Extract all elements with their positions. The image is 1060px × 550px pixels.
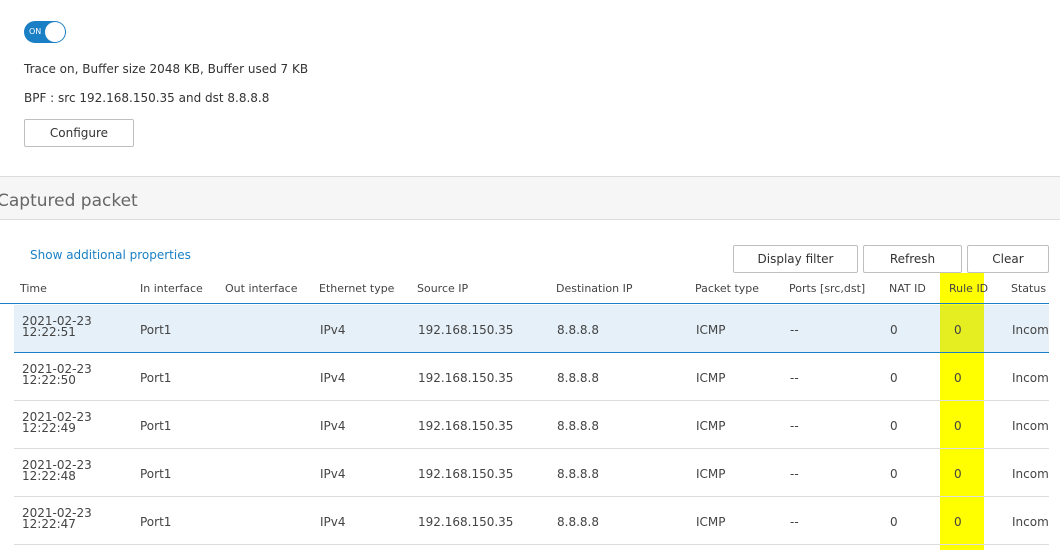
clear-button[interactable]: Clear bbox=[967, 245, 1049, 273]
column-header-ethernet-type[interactable]: Ethernet type bbox=[319, 282, 394, 295]
cell-source-ip: 192.168.150.35 bbox=[418, 467, 514, 481]
toggle-knob bbox=[45, 22, 65, 42]
cell-nat-id: 0 bbox=[890, 371, 898, 385]
cell-ports: -- bbox=[790, 467, 799, 481]
cell-status: Incom bbox=[1012, 323, 1049, 337]
cell-destination-ip: 8.8.8.8 bbox=[557, 323, 599, 337]
cell-ethernet-type: IPv4 bbox=[320, 467, 346, 481]
cell-nat-id: 0 bbox=[890, 515, 898, 529]
cell-ports: -- bbox=[790, 371, 799, 385]
cell-rule-id: 0 bbox=[954, 323, 962, 337]
cell-packet-type: ICMP bbox=[696, 323, 726, 337]
cell-in-interface: Port1 bbox=[140, 515, 172, 529]
cell-clock-time: 12:22:49 bbox=[22, 421, 76, 435]
packet-table-header: Time In interface Out interface Ethernet… bbox=[0, 274, 1049, 304]
column-header-rule-id[interactable]: Rule ID bbox=[949, 282, 988, 295]
column-header-status[interactable]: Status bbox=[1011, 282, 1046, 295]
cell-clock-time: 12:22:51 bbox=[22, 325, 76, 339]
table-row[interactable]: 2021-02-23 12:22:50 Port1 IPv4 192.168.150.3… bbox=[14, 353, 1049, 401]
cell-packet-type: ICMP bbox=[696, 371, 726, 385]
captured-packet-header: Captured packet bbox=[0, 176, 1060, 220]
cell-in-interface: Port1 bbox=[140, 371, 172, 385]
cell-ethernet-type: IPv4 bbox=[320, 371, 346, 385]
cell-source-ip: 192.168.150.35 bbox=[418, 515, 514, 529]
column-header-ports[interactable]: Ports [src,dst] bbox=[789, 282, 865, 295]
cell-packet-type: ICMP bbox=[696, 467, 726, 481]
cell-status: Incom bbox=[1012, 467, 1049, 481]
table-row[interactable]: 2021-02-23 12:22:49 Port1 IPv4 192.168.150.3… bbox=[14, 401, 1049, 449]
trace-toggle[interactable]: ON bbox=[24, 21, 66, 43]
cell-ports: -- bbox=[790, 323, 799, 337]
table-row[interactable]: 2021-02-23 12:22:48 Port1 IPv4 192.168.150.3… bbox=[14, 449, 1049, 497]
cell-clock-time: 12:22:47 bbox=[22, 517, 76, 531]
cell-source-ip: 192.168.150.35 bbox=[418, 323, 514, 337]
cell-status: Incom bbox=[1012, 515, 1049, 529]
cell-source-ip: 192.168.150.35 bbox=[418, 371, 514, 385]
refresh-button[interactable]: Refresh bbox=[863, 245, 962, 273]
cell-in-interface: Port1 bbox=[140, 419, 172, 433]
cell-destination-ip: 8.8.8.8 bbox=[557, 419, 599, 433]
column-header-destination-ip[interactable]: Destination IP bbox=[556, 282, 633, 295]
cell-ethernet-type: IPv4 bbox=[320, 323, 346, 337]
cell-clock-time: 12:22:48 bbox=[22, 469, 76, 483]
cell-ports: -- bbox=[790, 419, 799, 433]
cell-status: Incom bbox=[1012, 371, 1049, 385]
cell-in-interface: Port1 bbox=[140, 323, 172, 337]
cell-ethernet-type: IPv4 bbox=[320, 515, 346, 529]
cell-time: 2021-02-23 12:22:47 bbox=[22, 507, 92, 531]
column-header-in-interface[interactable]: In interface bbox=[140, 282, 203, 295]
cell-packet-type: ICMP bbox=[696, 419, 726, 433]
cell-status: Incom bbox=[1012, 419, 1049, 433]
table-row[interactable]: 2021-02-23 12:22:47 Port1 IPv4 192.168.150.3… bbox=[14, 497, 1049, 545]
cell-time: 2021-02-23 12:22:48 bbox=[22, 459, 92, 483]
cell-rule-id: 0 bbox=[954, 467, 962, 481]
configure-button[interactable]: Configure bbox=[24, 119, 134, 147]
trace-status-text: Trace on, Buffer size 2048 KB, Buffer us… bbox=[24, 62, 309, 76]
cell-destination-ip: 8.8.8.8 bbox=[557, 515, 599, 529]
rule-id-cell-highlight bbox=[940, 305, 984, 352]
column-header-time[interactable]: Time bbox=[20, 282, 47, 295]
cell-rule-id: 0 bbox=[954, 419, 962, 433]
bpf-filter-text: BPF : src 192.168.150.35 and dst 8.8.8.8 bbox=[24, 91, 270, 105]
cell-nat-id: 0 bbox=[890, 467, 898, 481]
cell-packet-type: ICMP bbox=[696, 515, 726, 529]
cell-nat-id: 0 bbox=[890, 323, 898, 337]
cell-time: 2021-02-23 12:22:51 bbox=[22, 315, 92, 339]
display-filter-button[interactable]: Display filter bbox=[733, 245, 858, 273]
cell-time: 2021-02-23 12:22:50 bbox=[22, 363, 92, 387]
toggle-label: ON bbox=[29, 27, 42, 36]
cell-ports: -- bbox=[790, 515, 799, 529]
cell-time: 2021-02-23 12:22:49 bbox=[22, 411, 92, 435]
cell-in-interface: Port1 bbox=[140, 467, 172, 481]
cell-rule-id: 0 bbox=[954, 515, 962, 529]
section-title: Captured packet bbox=[0, 191, 138, 211]
cell-destination-ip: 8.8.8.8 bbox=[557, 467, 599, 481]
column-header-nat-id[interactable]: NAT ID bbox=[889, 282, 926, 295]
cell-rule-id: 0 bbox=[954, 371, 962, 385]
show-additional-properties-link[interactable]: Show additional properties bbox=[30, 248, 191, 262]
cell-destination-ip: 8.8.8.8 bbox=[557, 371, 599, 385]
column-header-packet-type[interactable]: Packet type bbox=[695, 282, 759, 295]
column-header-source-ip[interactable]: Source IP bbox=[417, 282, 468, 295]
cell-nat-id: 0 bbox=[890, 419, 898, 433]
table-row[interactable]: 2021-02-23 12:22:51 Port1 IPv4 192.168.150.3… bbox=[14, 305, 1049, 353]
cell-clock-time: 12:22:50 bbox=[22, 373, 76, 387]
cell-source-ip: 192.168.150.35 bbox=[418, 419, 514, 433]
cell-ethernet-type: IPv4 bbox=[320, 419, 346, 433]
column-header-out-interface[interactable]: Out interface bbox=[225, 282, 298, 295]
